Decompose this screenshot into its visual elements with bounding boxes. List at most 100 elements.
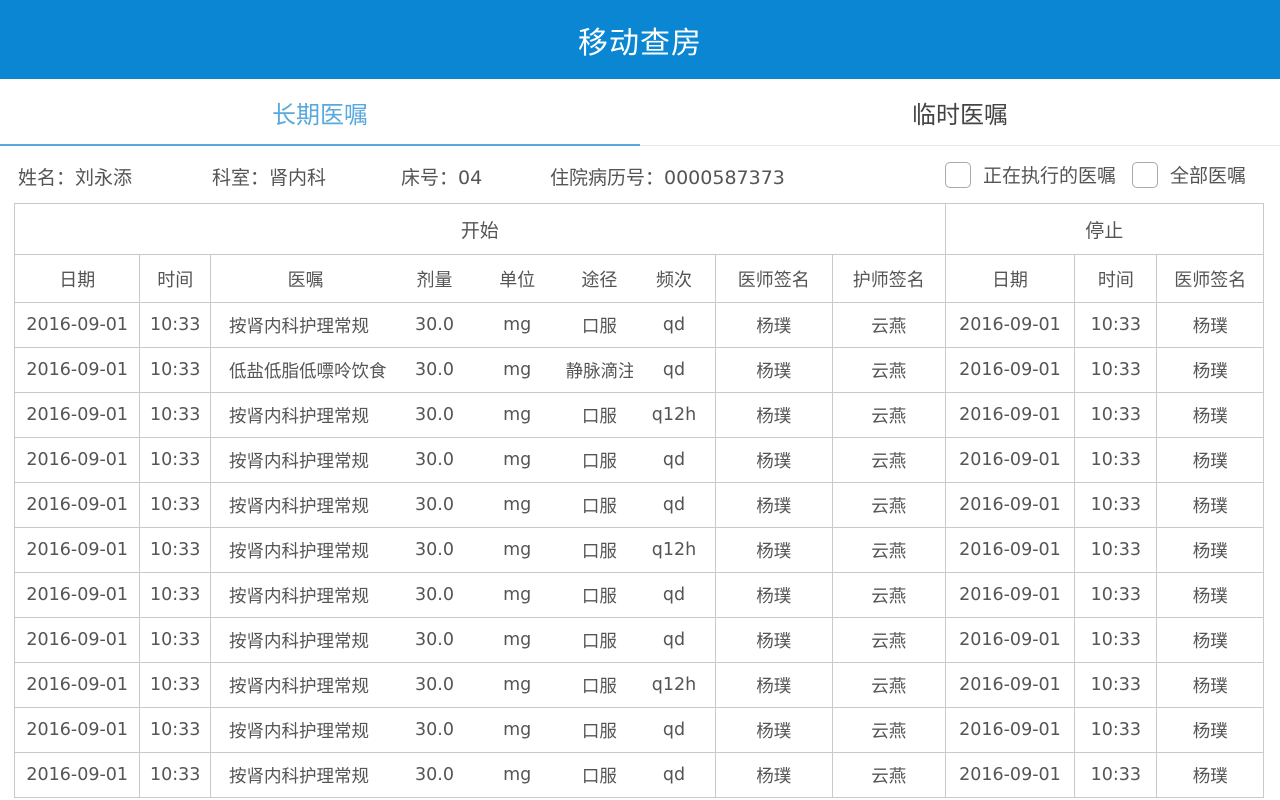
table-row[interactable]: 2016-09-01 10:33 按肾内科护理常规 30.0 mg 口服 qd 杨璞 云燕 201…: [14, 752, 1264, 798]
col-stop-time-cell: 10:33: [1074, 392, 1158, 438]
col-doctor-sign-cell: 杨璞: [714, 752, 833, 798]
col-dose-cell: 30.0: [400, 617, 469, 663]
orders-table-container: 开始 停止 日期 时间 医嘱 剂量 单位 途径 频次 医师签名 护师签名 日期 时间 医师签名 201…: [14, 203, 1264, 800]
table-row[interactable]: 2016-09-01 10:33 按肾内科护理常规 30.0 mg 口服 qd 杨璞 云燕 201…: [14, 617, 1264, 663]
page-title: 移动查房: [578, 25, 702, 61]
col-stop-date-cell: 2016-09-01: [944, 347, 1076, 393]
col-nurse-sign-cell: 云燕: [831, 662, 946, 708]
col-stop-doctor-sign-cell: 杨璞: [1156, 572, 1264, 618]
col-doctor-sign-cell: 杨璞: [714, 437, 833, 483]
col-route-cell: 口服: [565, 302, 634, 348]
col-nurse-sign-cell: 云燕: [831, 707, 946, 753]
col-stop-date-cell: 2016-09-01: [944, 752, 1076, 798]
stop-group-header: 停止: [944, 203, 1264, 255]
col-order-cell: 按肾内科护理常规: [210, 302, 401, 348]
col-unit-cell: mg: [468, 347, 566, 393]
col-order-cell: 低盐低脂低嘌呤饮食: [210, 347, 401, 393]
col-unit-cell: mg: [468, 662, 566, 708]
col-stop-date-cell: 2016-09-01: [944, 527, 1076, 573]
table-row[interactable]: 2016-09-01 10:33 按肾内科护理常规 30.0 mg 口服 qd 杨璞 云燕 201…: [14, 707, 1264, 753]
patient-department: 科室：肾内科: [212, 167, 327, 189]
all-orders-checkbox[interactable]: [1131, 161, 1158, 188]
col-frequency-cell: qd: [633, 617, 716, 663]
col-nurse-sign-header: 护师签名: [831, 254, 946, 303]
orders-table: 开始 停止 日期 时间 医嘱 剂量 单位 途径 频次 医师签名 护师签名 日期 时间 医师签名 201…: [14, 203, 1264, 798]
tab-label: 临时医嘱: [912, 100, 1008, 129]
tab-temporary-orders[interactable]: 临时医嘱: [640, 79, 1280, 145]
col-stop-date-cell: 2016-09-01: [944, 437, 1076, 483]
col-start-date-cell: 2016-09-01: [14, 437, 141, 483]
col-order-cell: 按肾内科护理常规: [210, 572, 401, 618]
col-frequency-cell: q12h: [633, 662, 716, 708]
col-stop-date-cell: 2016-09-01: [944, 617, 1076, 663]
col-start-date-cell: 2016-09-01: [14, 392, 141, 438]
col-dose-cell: 30.0: [400, 437, 469, 483]
col-nurse-sign-cell: 云燕: [831, 527, 946, 573]
col-stop-time-cell: 10:33: [1074, 572, 1158, 618]
col-doctor-sign-cell: 杨璞: [714, 617, 833, 663]
table-row[interactable]: 2016-09-01 10:33 按肾内科护理常规 30.0 mg 口服 qd 杨璞 云燕 201…: [14, 572, 1264, 618]
app-header: 移动查房: [0, 0, 1280, 79]
col-route-cell: 口服: [565, 752, 634, 798]
col-order-cell: 按肾内科护理常规: [210, 662, 401, 708]
active-orders-checkbox[interactable]: [944, 161, 971, 188]
col-order-cell: 按肾内科护理常规: [210, 482, 401, 528]
table-row[interactable]: 2016-09-01 10:33 按肾内科护理常规 30.0 mg 口服 q12h 杨璞 云燕 2…: [14, 662, 1264, 708]
col-order-cell: 按肾内科护理常规: [210, 707, 401, 753]
col-stop-doctor-sign-cell: 杨璞: [1156, 752, 1264, 798]
col-stop-doctor-sign-cell: 杨璞: [1156, 662, 1264, 708]
col-doctor-sign-header: 医师签名: [714, 254, 833, 303]
col-start-time-cell: 10:33: [139, 572, 212, 618]
table-row[interactable]: 2016-09-01 10:33 按肾内科护理常规 30.0 mg 口服 qd 杨璞 云燕 201…: [14, 482, 1264, 528]
col-unit-cell: mg: [468, 527, 566, 573]
col-route-cell: 口服: [565, 482, 634, 528]
col-doctor-sign-cell: 杨璞: [714, 302, 833, 348]
col-dose-cell: 30.0: [400, 482, 469, 528]
col-order-cell: 按肾内科护理常规: [210, 617, 401, 663]
col-unit-cell: mg: [468, 572, 566, 618]
col-unit-header: 单位: [468, 254, 566, 303]
table-row[interactable]: 2016-09-01 10:33 按肾内科护理常规 30.0 mg 口服 qd 杨璞 云燕 201…: [14, 302, 1264, 348]
col-stop-doctor-sign-cell: 杨璞: [1156, 347, 1264, 393]
col-unit-cell: mg: [468, 482, 566, 528]
col-start-time-cell: 10:33: [139, 482, 212, 528]
col-dose-cell: 30.0: [400, 392, 469, 438]
col-start-date-cell: 2016-09-01: [14, 527, 141, 573]
col-dose-cell: 30.0: [400, 662, 469, 708]
filter-label: 全部医嘱: [1169, 165, 1246, 187]
col-stop-doctor-sign-cell: 杨璞: [1156, 392, 1264, 438]
col-stop-time-cell: 10:33: [1074, 347, 1158, 393]
col-start-time-header: 时间: [139, 254, 212, 303]
filter-active-orders[interactable]: 正在执行的医嘱: [944, 161, 1116, 188]
col-start-time-cell: 10:33: [139, 392, 212, 438]
filter-all-orders[interactable]: 全部医嘱: [1131, 161, 1246, 188]
col-start-date-cell: 2016-09-01: [14, 482, 141, 528]
col-unit-cell: mg: [468, 617, 566, 663]
col-stop-time-cell: 10:33: [1074, 617, 1158, 663]
col-start-date-cell: 2016-09-01: [14, 662, 141, 708]
col-start-date-cell: 2016-09-01: [14, 707, 141, 753]
col-stop-time-cell: 10:33: [1074, 527, 1158, 573]
col-order-header: 医嘱: [210, 254, 401, 303]
col-stop-time-cell: 10:33: [1074, 302, 1158, 348]
col-dose-cell: 30.0: [400, 302, 469, 348]
col-stop-time-cell: 10:33: [1074, 437, 1158, 483]
col-doctor-sign-cell: 杨璞: [714, 662, 833, 708]
tab-long-term-orders[interactable]: 长期医嘱: [0, 79, 640, 146]
table-row[interactable]: 2016-09-01 10:33 按肾内科护理常规 30.0 mg 口服 q12h 杨璞 云燕 2…: [14, 392, 1264, 438]
col-frequency-cell: qd: [633, 482, 716, 528]
col-start-time-cell: 10:33: [139, 617, 212, 663]
col-stop-doctor-sign-header: 医师签名: [1156, 254, 1264, 303]
table-row[interactable]: 2016-09-01 10:33 按肾内科护理常规 30.0 mg 口服 qd 杨璞 云燕 201…: [14, 437, 1264, 483]
col-order-cell: 按肾内科护理常规: [210, 392, 401, 438]
col-doctor-sign-cell: 杨璞: [714, 707, 833, 753]
table-row[interactable]: 2016-09-01 10:33 按肾内科护理常规 30.0 mg 口服 q12h 杨璞 云燕 2…: [14, 527, 1264, 573]
col-route-cell: 口服: [565, 527, 634, 573]
table-row[interactable]: 2016-09-01 10:33 低盐低脂低嘌呤饮食 30.0 mg 静脉滴注 qd 杨璞 云燕…: [14, 347, 1264, 393]
col-frequency-cell: qd: [633, 572, 716, 618]
col-nurse-sign-cell: 云燕: [831, 572, 946, 618]
col-start-date-cell: 2016-09-01: [14, 302, 141, 348]
col-start-date-cell: 2016-09-01: [14, 572, 141, 618]
col-dose-cell: 30.0: [400, 752, 469, 798]
col-frequency-cell: q12h: [633, 392, 716, 438]
